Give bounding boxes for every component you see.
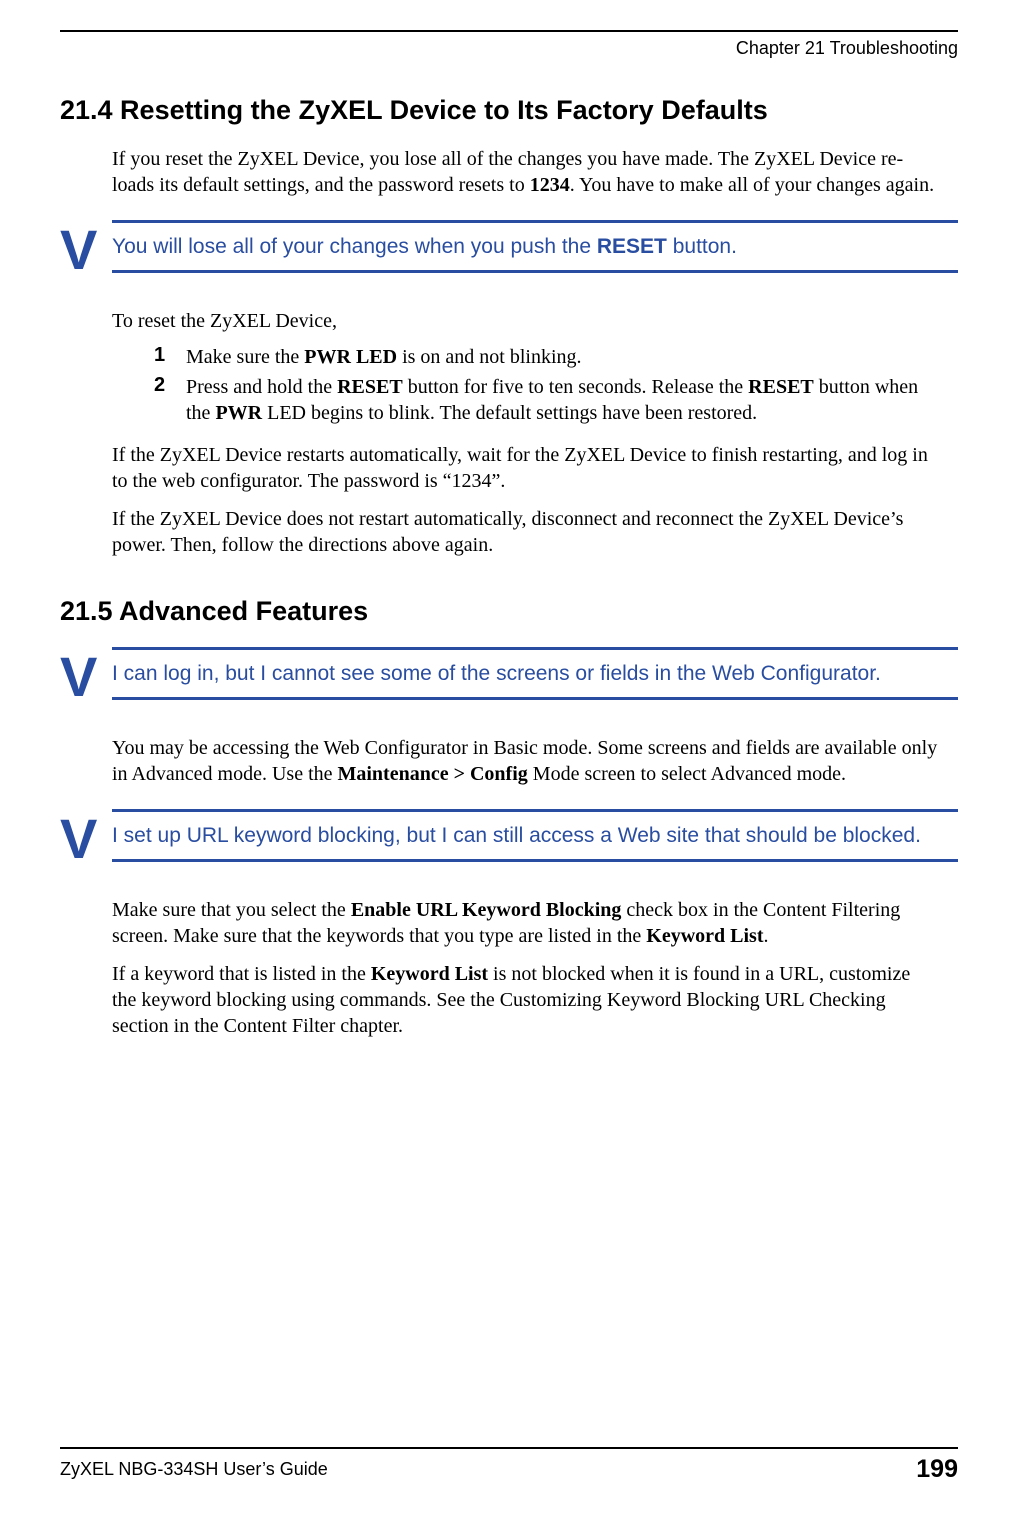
para-21-4-3: If the ZyXEL Device restarts automatical…	[112, 442, 938, 494]
text-bold: Maintenance > Config	[338, 763, 528, 785]
text-bold: RESET	[748, 376, 814, 398]
callout-web-configurator: V I can log in, but I cannot see some of…	[60, 647, 958, 705]
text: . You have to make all of your changes a…	[570, 174, 934, 196]
footer-guide-name: ZyXEL NBG-334SH User’s Guide	[60, 1459, 328, 1480]
rule-bottom	[112, 859, 958, 862]
para-21-4-1: If you reset the ZyXEL Device, you lose …	[112, 146, 938, 198]
question-mark-icon: V	[60, 222, 112, 278]
page-header: Chapter 21 Troubleshooting	[60, 30, 958, 59]
step-list: 1 Make sure the PWR LED is on and not bl…	[154, 344, 938, 426]
text: Make sure the	[186, 346, 304, 368]
para-21-5-2: Make sure that you select the Enable URL…	[112, 897, 938, 949]
text: LED begins to blink. The default setting…	[262, 402, 757, 424]
para-21-4-2: To reset the ZyXEL Device,	[112, 308, 938, 334]
para-21-4-4: If the ZyXEL Device does not restart aut…	[112, 506, 938, 558]
footer-page-number: 199	[916, 1455, 958, 1484]
page-container: Chapter 21 Troubleshooting 21.4 Resettin…	[0, 0, 1018, 1524]
text: .	[764, 925, 769, 947]
text-bold: RESET	[337, 376, 403, 398]
rule-bottom	[112, 270, 958, 273]
text: button.	[667, 235, 737, 258]
text: If a keyword that is listed in the	[112, 963, 371, 985]
text-bold: PWR	[215, 402, 262, 424]
callout-text: I set up URL keyword blocking, but I can…	[112, 812, 958, 859]
step-number: 2	[154, 374, 186, 426]
text-bold: RESET	[597, 235, 667, 258]
section-21-4-body-2: To reset the ZyXEL Device, 1 Make sure t…	[112, 308, 938, 558]
text: Press and hold the	[186, 376, 337, 398]
para-21-5-3: If a keyword that is listed in the Keywo…	[112, 961, 938, 1039]
text-bold: Enable URL Keyword Blocking	[351, 899, 622, 921]
text-bold: PWR LED	[304, 346, 397, 368]
page-footer: ZyXEL NBG-334SH User’s Guide 199	[60, 1447, 958, 1484]
text-bold: 1234	[530, 174, 570, 196]
step-1: 1 Make sure the PWR LED is on and not bl…	[154, 344, 938, 370]
step-text: Press and hold the RESET button for five…	[186, 374, 938, 426]
section-heading-21-5: 21.5 Advanced Features	[60, 596, 958, 627]
callout-text: I can log in, but I cannot see some of t…	[112, 650, 958, 697]
rule-bottom	[112, 697, 958, 700]
text: is on and not blinking.	[397, 346, 581, 368]
callout-body: I can log in, but I cannot see some of t…	[112, 647, 958, 700]
text: button for five to ten seconds. Release …	[403, 376, 748, 398]
question-mark-icon: V	[60, 811, 112, 867]
text: Mode screen to select Advanced mode.	[528, 763, 846, 785]
text-bold: Keyword List	[646, 925, 763, 947]
section-21-5-body-1: You may be accessing the Web Configurato…	[112, 735, 938, 787]
chapter-label: Chapter 21 Troubleshooting	[736, 38, 958, 58]
step-2: 2 Press and hold the RESET button for fi…	[154, 374, 938, 426]
section-21-5-body-2: Make sure that you select the Enable URL…	[112, 897, 938, 1039]
section-heading-21-4: 21.4 Resetting the ZyXEL Device to Its F…	[60, 95, 958, 126]
text: Make sure that you select the	[112, 899, 351, 921]
para-21-5-1: You may be accessing the Web Configurato…	[112, 735, 938, 787]
callout-url-blocking: V I set up URL keyword blocking, but I c…	[60, 809, 958, 867]
callout-body: I set up URL keyword blocking, but I can…	[112, 809, 958, 862]
callout-reset-warning: V You will lose all of your changes when…	[60, 220, 958, 278]
step-text: Make sure the PWR LED is on and not blin…	[186, 344, 938, 370]
text: You will lose all of your changes when y…	[112, 235, 597, 258]
question-mark-icon: V	[60, 649, 112, 705]
section-21-4-body: If you reset the ZyXEL Device, you lose …	[112, 146, 938, 198]
step-number: 1	[154, 344, 186, 370]
callout-body: You will lose all of your changes when y…	[112, 220, 958, 273]
text-bold: Keyword List	[371, 963, 488, 985]
callout-text: You will lose all of your changes when y…	[112, 223, 958, 270]
